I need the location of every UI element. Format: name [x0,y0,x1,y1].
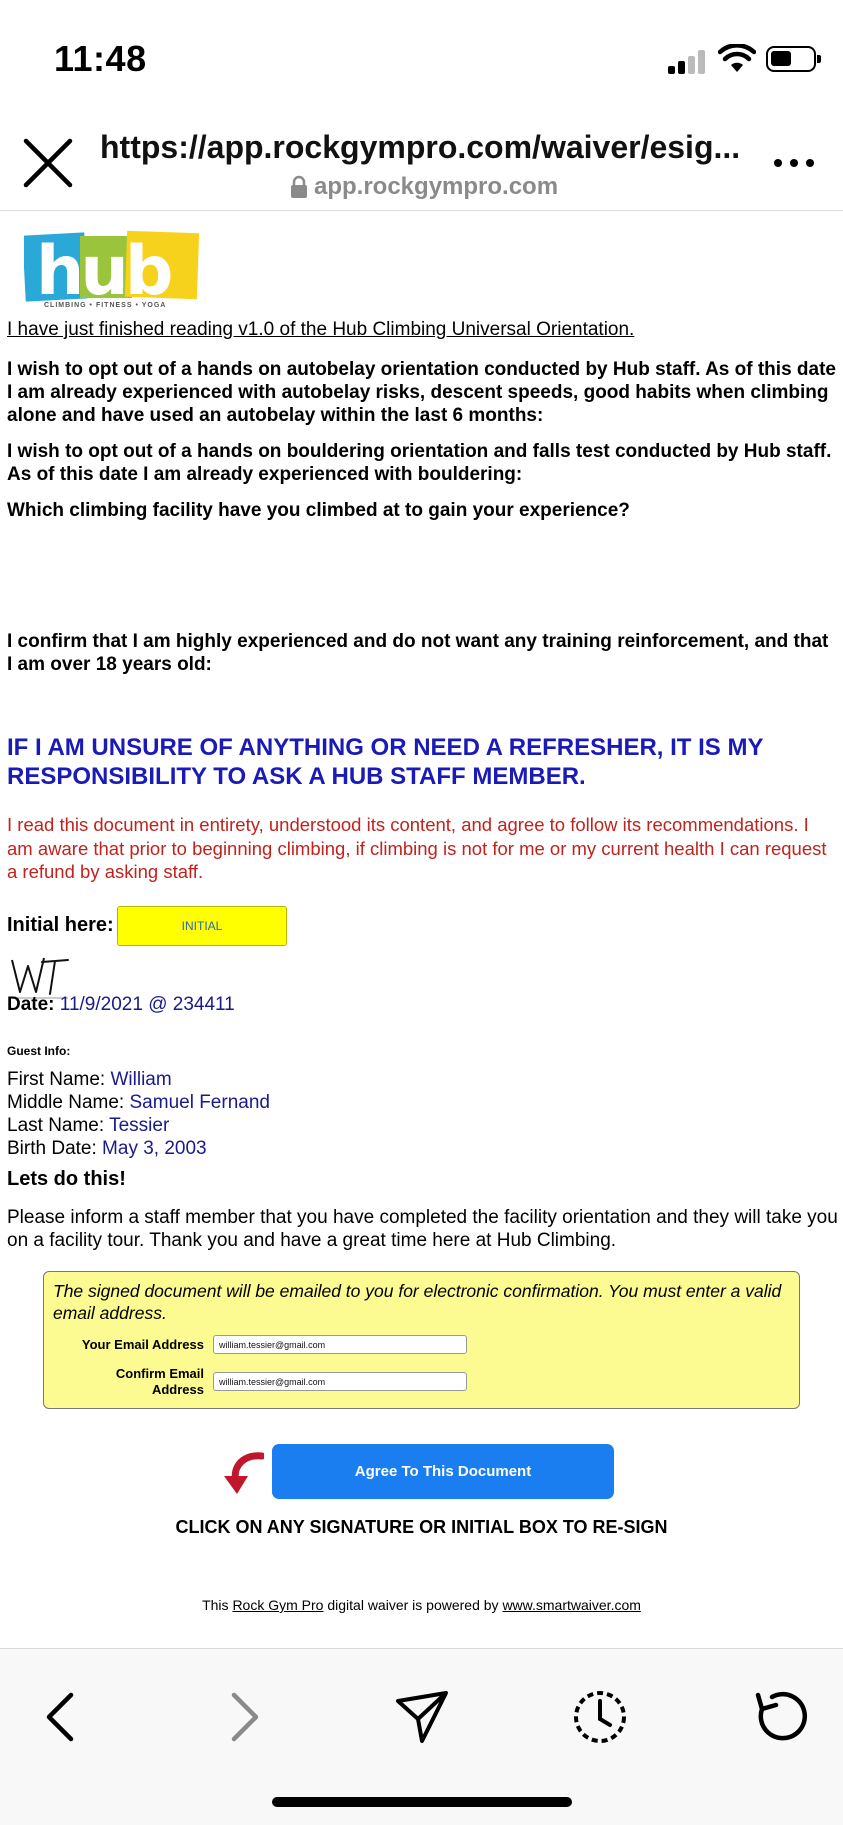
curved-arrow-icon [224,1452,264,1494]
wifi-icon [718,44,756,72]
first-name-value: William [110,1069,172,1090]
first-name-label: First Name: [7,1069,106,1090]
first-name-line: First Name: William [7,1069,172,1091]
history-icon[interactable] [570,1687,630,1747]
agree-button[interactable]: Agree To This Document [272,1444,614,1499]
page-domain: app.rockgympro.com [314,173,559,200]
smartwaiver-link[interactable]: www.smartwaiver.com [502,1597,640,1613]
forward-icon[interactable] [212,1687,272,1747]
closing-heading: Lets do this! [7,1168,126,1190]
date-value: 11/9/2021 @ 234411 [59,994,235,1015]
email-note: The signed document will be emailed to y… [53,1281,782,1323]
autobelay-optout-text: I wish to opt out of a hands on autobela… [7,359,836,426]
home-indicator [272,1797,572,1807]
responsibility-heading: IF I AM UNSURE OF ANYTHING OR NEED A REF… [7,734,764,790]
powered-by: This Rock Gym Pro digital waiver is powe… [0,1597,843,1613]
browser-header: https://app.rockgympro.com/waiver/esig..… [0,115,843,211]
status-time: 11:48 [54,38,147,79]
bouldering-optout-text: I wish to opt out of a hands on boulderi… [7,441,832,485]
birth-date-line: Birth Date: May 3, 2003 [7,1138,207,1160]
reading-statement: I have just finished reading v1.0 of the… [7,319,635,340]
facility-question: Which climbing facility have you climbed… [7,500,630,521]
share-icon[interactable] [392,1687,452,1747]
browser-toolbar [0,1648,843,1825]
resign-note: CLICK ON ANY SIGNATURE OR INITIAL BOX TO… [175,1517,668,1537]
date-line: Date: 11/9/2021 @ 234411 [7,994,235,1016]
page-url[interactable]: https://app.rockgympro.com/waiver/esig..… [100,129,750,166]
middle-name-label: Middle Name: [7,1092,125,1113]
email-input[interactable] [213,1335,467,1354]
middle-name-line: Middle Name: Samuel Fernand [7,1092,270,1114]
close-icon[interactable] [22,137,74,189]
hub-logo: hub [24,230,200,311]
email-label: Your Email Address [81,1337,204,1352]
more-options-icon[interactable] [772,157,816,169]
lock-icon [291,175,307,198]
cellular-signal-icon [668,50,708,74]
last-name-value: Tessier [109,1115,170,1136]
confirm-email-label-line1: Confirm Email [115,1366,204,1381]
confirm-email-label: Confirm Email Address [44,1366,204,1398]
agreement-text: I read this document in entirety, unders… [7,814,827,882]
birth-date-label: Birth Date: [7,1138,97,1159]
confirm-email-label-line2: Address [151,1382,204,1397]
confirm-email-input[interactable] [213,1372,467,1391]
logo-tagline: CLIMBING • FITNESS • YOGA [44,302,167,309]
battery-icon [766,46,821,72]
initial-label: Initial here: [7,914,114,936]
status-bar: 11:48 [0,0,843,115]
email-section: The signed document will be emailed to y… [43,1271,800,1409]
powered-prefix: This [202,1597,229,1613]
rock-gym-pro-link[interactable]: Rock Gym Pro [232,1597,323,1613]
initial-box[interactable]: INITIAL [117,906,287,946]
last-name-label: Last Name: [7,1115,105,1136]
date-label: Date: [7,994,55,1015]
powered-middle: digital waiver is powered by [327,1597,499,1613]
reload-icon[interactable] [750,1687,810,1747]
back-icon[interactable] [33,1687,93,1747]
birth-date-value: May 3, 2003 [102,1138,207,1159]
last-name-line: Last Name: Tessier [7,1115,169,1137]
confirm-statement: I confirm that I am highly experienced a… [7,631,829,675]
closing-message: Please inform a staff member that you ha… [7,1207,838,1251]
middle-name-value: Samuel Fernand [129,1092,270,1113]
guest-info-heading: Guest Info: [7,1044,71,1058]
svg-text:hub: hub [36,232,171,311]
